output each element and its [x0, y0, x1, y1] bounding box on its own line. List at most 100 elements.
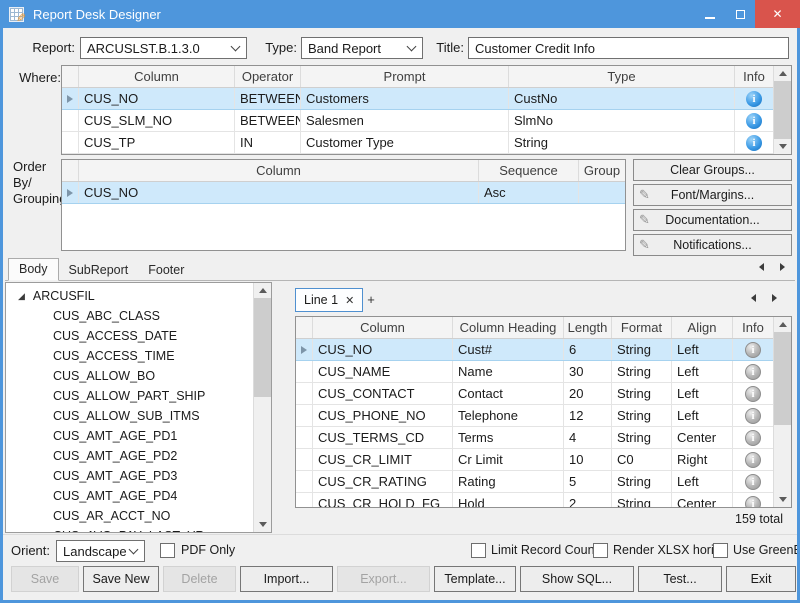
cell-sequence[interactable]: Asc [479, 182, 579, 203]
show-sql-button[interactable]: Show SQL... [520, 566, 634, 592]
cell-heading[interactable]: Contact [453, 383, 564, 404]
where-grid-scrollbar[interactable] [773, 66, 791, 154]
where-row-cus-no[interactable]: CUS_NO BETWEEN Customers CustNo i [62, 88, 773, 110]
cell-column[interactable]: CUS_NO [79, 182, 479, 203]
cell-align[interactable]: Left [672, 471, 733, 492]
cell-heading[interactable]: Cust# [453, 339, 564, 360]
tree-item[interactable]: CUS_AMT_AGE_PD3 [6, 466, 253, 486]
export-button[interactable]: Export... [337, 566, 430, 592]
cell-length[interactable]: 4 [564, 427, 612, 448]
cell-align[interactable]: Left [672, 339, 733, 360]
col-header-sequence[interactable]: Sequence [479, 160, 579, 181]
cell-prompt[interactable]: Customers [301, 88, 509, 109]
cell-align[interactable]: Center [672, 427, 733, 448]
import-button[interactable]: Import... [240, 566, 333, 592]
cell-heading[interactable]: Cr Limit [453, 449, 564, 470]
cell-length[interactable]: 2 [564, 493, 612, 507]
tab-footer[interactable]: Footer [138, 260, 194, 281]
cell-group[interactable] [579, 182, 625, 203]
cell-type[interactable]: CustNo [509, 88, 735, 109]
cell-info[interactable]: i [735, 110, 773, 131]
info-icon[interactable]: i [745, 474, 761, 490]
col-header-column[interactable]: Column [313, 317, 453, 338]
cell-info[interactable]: i [733, 427, 773, 448]
row-selector[interactable] [296, 361, 313, 382]
cell-column[interactable]: CUS_TERMS_CD [313, 427, 453, 448]
tree-item[interactable]: CUS_ALLOW_BO [6, 366, 253, 386]
cell-column[interactable]: CUS_CR_LIMIT [313, 449, 453, 470]
tab-scroll-right-icon[interactable] [780, 263, 785, 271]
field-row-cus-phone-no[interactable]: CUS_PHONE_NO Telephone 12 String Left i [296, 405, 773, 427]
cell-format[interactable]: String [612, 427, 672, 448]
cell-heading[interactable]: Name [453, 361, 564, 382]
cell-length[interactable]: 12 [564, 405, 612, 426]
tree-item[interactable]: CUS_AMT_AGE_PD1 [6, 426, 253, 446]
col-header-format[interactable]: Format [612, 317, 672, 338]
save-new-button[interactable]: Save New [83, 566, 159, 592]
cell-length[interactable]: 30 [564, 361, 612, 382]
delete-button[interactable]: Delete [163, 566, 236, 592]
info-icon[interactable]: i [745, 496, 761, 508]
row-selector[interactable] [296, 339, 313, 360]
save-button[interactable]: Save [11, 566, 79, 592]
info-icon[interactable]: i [746, 91, 762, 107]
cell-align[interactable]: Left [672, 405, 733, 426]
cell-align[interactable]: Right [672, 449, 733, 470]
tab-scroll-left-icon[interactable] [759, 263, 764, 271]
tree-item[interactable]: CUS_ALLOW_SUB_ITMS [6, 406, 253, 426]
col-header-column[interactable]: Column [79, 66, 235, 87]
render-xlsx-horiz-checkbox[interactable] [593, 543, 608, 558]
col-header-operator[interactable]: Operator [235, 66, 301, 87]
template-button[interactable]: Template... [434, 566, 516, 592]
cell-column[interactable]: CUS_CONTACT [313, 383, 453, 404]
documentation-button[interactable]: ✎ Documentation... [633, 209, 792, 231]
row-selector[interactable] [62, 110, 79, 131]
col-header-group[interactable]: Group [579, 160, 625, 181]
tab-subreport[interactable]: SubReport [59, 260, 139, 281]
field-row-cus-cr-limit[interactable]: CUS_CR_LIMIT Cr Limit 10 C0 Right i [296, 449, 773, 471]
tree-item[interactable]: CUS_AR_ACCT_NO [6, 506, 253, 526]
cell-align[interactable]: Left [672, 361, 733, 382]
cell-column[interactable]: CUS_CR_RATING [313, 471, 453, 492]
where-row-cus-slm-no[interactable]: CUS_SLM_NO BETWEEN Salesmen SlmNo i [62, 110, 773, 132]
row-selector[interactable] [296, 449, 313, 470]
cell-heading[interactable]: Rating [453, 471, 564, 492]
cell-column[interactable]: CUS_SLM_NO [79, 110, 235, 131]
tree-scrollbar[interactable] [253, 283, 271, 532]
order-by-row-cus-no[interactable]: CUS_NO Asc [62, 182, 625, 204]
field-row-cus-contact[interactable]: CUS_CONTACT Contact 20 String Left i [296, 383, 773, 405]
col-header-column[interactable]: Column [79, 160, 479, 181]
cell-column[interactable]: CUS_NO [313, 339, 453, 360]
cell-length[interactable]: 20 [564, 383, 612, 404]
col-header-type[interactable]: Type [509, 66, 735, 87]
tree-item[interactable]: CUS_ACCESS_TIME [6, 346, 253, 366]
tree-item[interactable]: CUS_AVG_PAY_LAST_YR [6, 526, 253, 532]
cell-format[interactable]: String [612, 361, 672, 382]
field-row-cus-no[interactable]: CUS_NO Cust# 6 String Left i [296, 339, 773, 361]
cell-length[interactable]: 10 [564, 449, 612, 470]
cell-length[interactable]: 6 [564, 339, 612, 360]
cell-prompt[interactable]: Customer Type [301, 132, 509, 153]
field-row-cus-name[interactable]: CUS_NAME Name 30 String Left i [296, 361, 773, 383]
tree-expanded-icon[interactable]: ◢ [18, 291, 25, 302]
clear-groups-button[interactable]: Clear Groups... [633, 159, 792, 181]
info-icon[interactable]: i [745, 452, 761, 468]
col-header-align[interactable]: Align [672, 317, 733, 338]
scrollbar-thumb[interactable] [774, 332, 791, 425]
use-greenbar-checkbox[interactable] [713, 543, 728, 558]
limit-record-count-checkbox[interactable] [471, 543, 486, 558]
cell-format[interactable]: String [612, 471, 672, 492]
cell-format[interactable]: String [612, 383, 672, 404]
cell-info[interactable]: i [735, 132, 773, 153]
scrollbar-thumb[interactable] [254, 298, 271, 397]
scroll-down-button[interactable] [254, 517, 271, 532]
cell-info[interactable]: i [733, 493, 773, 507]
field-row-cus-cr-rating[interactable]: CUS_CR_RATING Rating 5 String Left i [296, 471, 773, 493]
cell-type[interactable]: String [509, 132, 735, 153]
cell-column[interactable]: CUS_NO [79, 88, 235, 109]
col-header-length[interactable]: Length [564, 317, 612, 338]
tab-line-1[interactable]: Line 1 ✕ [295, 288, 363, 312]
minimize-button[interactable] [695, 0, 725, 28]
cell-operator[interactable]: BETWEEN [235, 110, 301, 131]
info-icon[interactable]: i [745, 386, 761, 402]
